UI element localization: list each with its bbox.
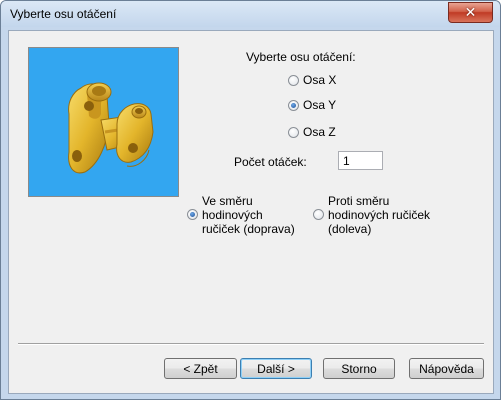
rotation-count-label: Počet otáček: (234, 155, 307, 169)
axis-x-label: Osa X (303, 73, 337, 87)
rotation-count-input[interactable] (338, 151, 383, 170)
direction-counterclockwise-option[interactable]: Proti směru hodinových ručiček (doleva) (313, 194, 430, 236)
dialog-body: Vyberte osu otáčení: Osa X Osa Y Osa Z P… (8, 30, 494, 394)
part-model-image (68, 82, 154, 174)
axis-prompt: Vyberte osu otáčení: (246, 50, 356, 64)
direction-counterclockwise-radio[interactable] (313, 209, 324, 220)
axis-y-option[interactable]: Osa Y (288, 98, 336, 112)
title-bar[interactable]: Vyberte osu otáčení ✕ (1, 1, 500, 27)
model-preview (28, 47, 179, 197)
axis-x-option[interactable]: Osa X (288, 73, 336, 87)
close-icon: ✕ (464, 4, 477, 21)
next-button[interactable]: Další > (240, 358, 312, 379)
direction-counterclockwise-label: Proti směru hodinových ručiček (doleva) (328, 194, 431, 236)
window-title: Vyberte osu otáčení (10, 7, 117, 21)
button-separator (18, 343, 484, 345)
direction-clockwise-radio[interactable] (187, 209, 198, 220)
axis-z-option[interactable]: Osa Z (288, 125, 336, 139)
close-button[interactable]: ✕ (448, 2, 493, 23)
wizard-window: Vyberte osu otáčení ✕ Vyberte osu otáčen… (0, 0, 501, 400)
axis-y-label: Osa Y (303, 98, 337, 112)
axis-z-label: Osa Z (303, 125, 336, 139)
axis-y-radio[interactable] (288, 99, 299, 111)
back-button[interactable]: < Zpět (164, 358, 237, 379)
direction-clockwise-option[interactable]: Ve směru hodinových ručiček (doprava) (187, 194, 295, 236)
cancel-button[interactable]: Storno (323, 358, 395, 379)
help-button[interactable]: Nápověda (409, 358, 484, 379)
axis-z-radio[interactable] (288, 126, 299, 138)
direction-clockwise-label: Ve směru hodinových ručiček (doprava) (202, 194, 295, 236)
axis-x-radio[interactable] (288, 74, 299, 86)
